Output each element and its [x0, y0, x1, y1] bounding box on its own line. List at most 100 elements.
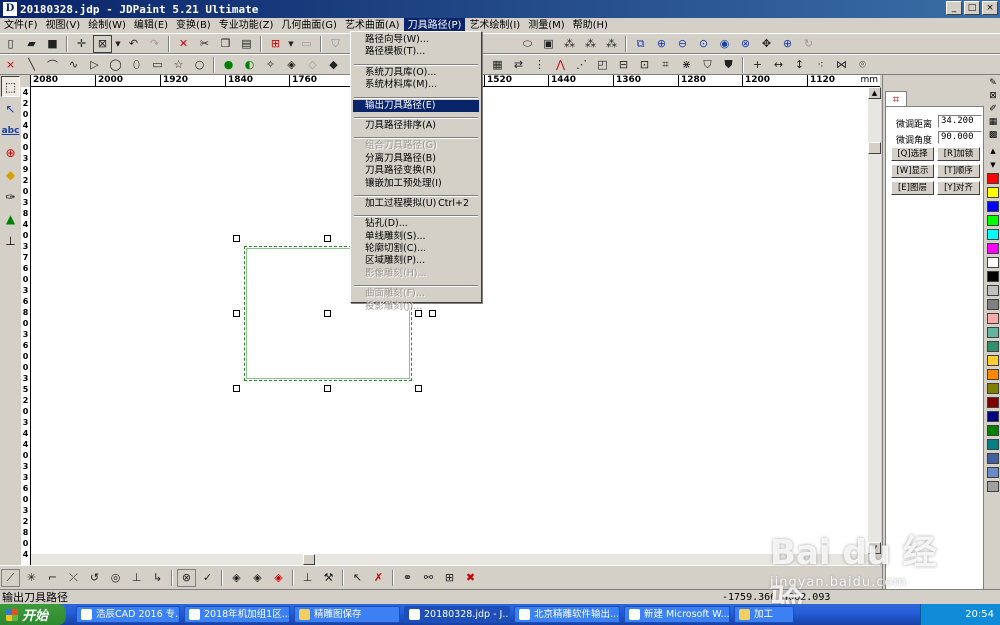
node-red-icon[interactable]: ⁂: [560, 35, 579, 53]
scroll-down-icon[interactable]: ▼: [868, 542, 881, 554]
maximize-button[interactable]: □: [964, 1, 980, 15]
fill-tool-icon[interactable]: ▲: [1, 208, 20, 229]
palette-scroll-up-icon[interactable]: ▲: [987, 145, 999, 157]
color-swatch[interactable]: [987, 173, 999, 184]
scroll-up-icon[interactable]: ▲: [868, 87, 881, 99]
zoom-extent-icon[interactable]: ⊙: [694, 35, 713, 53]
shield-fill-icon[interactable]: ⛊: [719, 56, 738, 74]
view-eye-icon[interactable]: ◉: [715, 35, 734, 53]
layer-button[interactable]: [E]图层: [891, 181, 934, 195]
menu-item-separate-toolpath[interactable]: 分离刀具路径(B): [353, 153, 479, 165]
menu-item-path-wizard[interactable]: 路径向导(W)...: [353, 34, 479, 46]
fill-pattern-icon[interactable]: ▦: [987, 116, 999, 128]
show-button[interactable]: [W]显示: [891, 164, 934, 178]
line-icon[interactable]: ╲: [22, 56, 41, 74]
menu-item-inlay-preprocess[interactable]: 镶嵌加工预处理(I): [353, 178, 479, 190]
polyline-icon[interactable]: ▷: [85, 56, 104, 74]
zoom-window-icon[interactable]: ⧉: [631, 35, 650, 53]
point-icon[interactable]: ×: [1, 56, 20, 74]
color-swatch[interactable]: [987, 481, 999, 492]
dropdown-arrow-icon[interactable]: ▼: [287, 35, 295, 53]
menu-item-material-library[interactable]: 系统材料库(M)...: [353, 79, 479, 91]
select-box-icon[interactable]: ⊠: [93, 34, 112, 53]
brush-icon[interactable]: ✐: [987, 103, 999, 115]
scroll-thumb[interactable]: [303, 554, 315, 565]
selection-handle[interactable]: [324, 235, 331, 242]
crosshair-icon[interactable]: ✛: [72, 35, 91, 53]
jdpaint-icon[interactable]: D: [3, 2, 17, 16]
edit-corner-icon[interactable]: ⌐: [43, 569, 62, 587]
clock[interactable]: 20:54: [965, 609, 994, 620]
color-swatch[interactable]: [987, 355, 999, 366]
zoom-out-icon[interactable]: ⊖: [673, 35, 692, 53]
dropdown-arrow-icon[interactable]: ▼: [114, 35, 122, 53]
edit-point-icon[interactable]: ⊗: [177, 568, 196, 587]
color-swatch[interactable]: [987, 257, 999, 268]
rectangle-icon[interactable]: ▭: [148, 56, 167, 74]
taskbar-task[interactable]: 2018年机加组1区...: [184, 606, 290, 623]
diamond-tool-icon[interactable]: ◆: [1, 164, 20, 185]
layer-icon[interactable]: ▭: [297, 35, 316, 53]
taskbar-task[interactable]: 20180328.jdp - J...: [404, 606, 510, 623]
edit-intersect-icon[interactable]: ✳: [22, 569, 41, 587]
redo-icon[interactable]: ↷: [145, 35, 164, 53]
selection-handle[interactable]: [324, 385, 331, 392]
edit-brush-icon[interactable]: ⚒: [319, 569, 338, 587]
select-tool-icon[interactable]: ⬚: [1, 76, 20, 97]
measure-tool-icon[interactable]: ⊥: [1, 230, 20, 251]
selection-handle[interactable]: [324, 310, 331, 317]
ellipse-draw-icon[interactable]: ⬯: [127, 56, 146, 74]
menu-transform[interactable]: 变换(B): [172, 18, 215, 33]
order-button[interactable]: [T]顺序: [937, 164, 980, 178]
color-swatch[interactable]: [987, 187, 999, 198]
menu-item-export-toolpath[interactable]: 输出刀具路径(E): [353, 99, 479, 112]
menu-item-simulation[interactable]: 加工过程模拟(U) Ctrl+2: [353, 198, 479, 210]
pattern-icon[interactable]: ⋇: [677, 56, 696, 74]
start-button[interactable]: 开始: [0, 604, 66, 625]
edit-diamond-alt-icon[interactable]: ◈: [248, 569, 267, 587]
menu-item-toolpath-sort[interactable]: 刀具路径排序(A): [353, 120, 479, 132]
cut-icon[interactable]: ✂: [195, 35, 214, 53]
pen-icon[interactable]: ✎: [987, 77, 999, 89]
selection-handle[interactable]: [233, 310, 240, 317]
extend-icon[interactable]: ⋰: [572, 56, 591, 74]
taskbar-task[interactable]: 加工: [734, 606, 794, 623]
vertical-scrollbar[interactable]: ▲ ▼: [868, 87, 881, 554]
curve-edit-icon[interactable]: ◆: [324, 56, 343, 74]
node-edit-tool-icon[interactable]: ↖: [1, 98, 20, 119]
delete-icon[interactable]: ✕: [174, 35, 193, 53]
weld-icon[interactable]: ⋈: [832, 56, 851, 74]
edit-link-icon[interactable]: ⚭: [398, 569, 417, 587]
color-swatch[interactable]: [987, 215, 999, 226]
resize-v-icon[interactable]: ↕: [790, 56, 809, 74]
node-edit-icon[interactable]: ⁂: [602, 35, 621, 53]
menu-measure[interactable]: 测量(M): [524, 18, 568, 33]
text-tool-icon[interactable]: abc: [1, 120, 20, 141]
ruler-tool-icon[interactable]: ▦: [488, 56, 507, 74]
color-swatch[interactable]: [987, 425, 999, 436]
edit-circle-icon[interactable]: ◎: [106, 569, 125, 587]
color-swatch[interactable]: [987, 453, 999, 464]
color-swatch[interactable]: [987, 397, 999, 408]
pan-icon[interactable]: ✥: [757, 35, 776, 53]
edit-node-icon[interactable]: ✓: [198, 569, 217, 587]
selection-handle[interactable]: [233, 235, 240, 242]
menu-draw[interactable]: 绘制(W): [84, 18, 130, 33]
color-swatch[interactable]: [987, 341, 999, 352]
gradient-icon[interactable]: ▩: [987, 129, 999, 141]
menu-item-drill[interactable]: 钻孔(D)...: [353, 218, 479, 230]
paste-icon[interactable]: ▤: [237, 35, 256, 53]
shield-icon[interactable]: ⛉: [326, 35, 345, 53]
save-icon[interactable]: ■: [43, 35, 62, 53]
light-icon[interactable]: ✧: [261, 56, 280, 74]
menu-item-single-line-engrave[interactable]: 单线雕刻(S)...: [353, 231, 479, 243]
menu-edit[interactable]: 编辑(E): [130, 18, 172, 33]
selection-handle[interactable]: [233, 385, 240, 392]
no-color-icon[interactable]: ⊠: [987, 90, 999, 102]
fine-distance-input[interactable]: 34.200: [938, 115, 982, 128]
menu-item-area-engrave[interactable]: 区域雕刻(P)...: [353, 255, 479, 267]
edit-line-icon[interactable]: ⟋: [1, 568, 20, 587]
color-swatch[interactable]: [987, 243, 999, 254]
mirror-icon[interactable]: ⇄: [509, 56, 528, 74]
arc-icon[interactable]: ⌒: [43, 56, 62, 74]
